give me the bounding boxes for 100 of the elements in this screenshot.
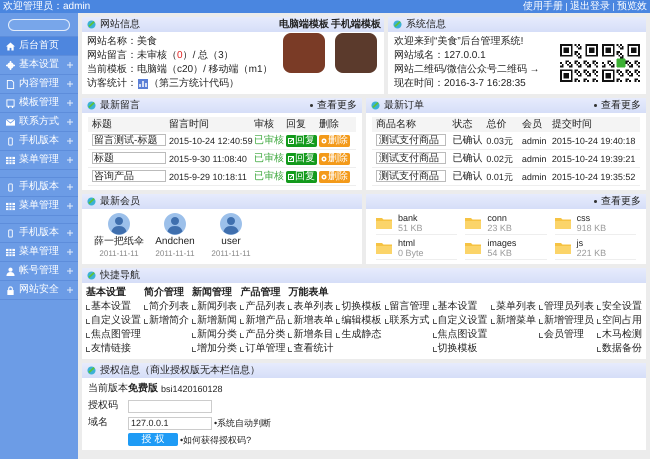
nav-link[interactable]: 联系方式 [384, 315, 430, 327]
nav-link[interactable]: 安全设置 [596, 301, 642, 313]
info-text: 网站域名：127.0.0.1 [394, 50, 487, 62]
info-text: 网站名称：美食 [87, 36, 158, 48]
reply-button[interactable]: 回复 [286, 134, 317, 146]
nav-link[interactable]: 订单管理 [240, 343, 286, 355]
nav-link[interactable]: 基本设置 [432, 301, 488, 313]
member-name: 薛一把纸伞 [94, 236, 144, 248]
panel-title: 最新留言 [100, 100, 140, 112]
nav-link[interactable]: 新增产品 [240, 315, 286, 327]
avatar-icon [220, 213, 242, 235]
template-label: 手机端模板 [331, 19, 381, 31]
top-link[interactable]: 使用手册 [523, 0, 563, 12]
reply-button[interactable]: 回复 [286, 152, 317, 164]
nav-link[interactable]: 管理员列表 [538, 301, 594, 313]
avatar-icon [164, 213, 186, 235]
nav-link[interactable]: 新增表单 [288, 315, 334, 327]
nav-link[interactable]: 木马检测 [596, 329, 642, 341]
column-header: 总价 [486, 118, 508, 130]
top-link[interactable]: 预览效 [617, 0, 647, 12]
user-icon [6, 266, 15, 276]
plus-icon [67, 230, 73, 236]
table-cell-text: 已确认 [452, 170, 484, 182]
plus-icon [67, 203, 73, 209]
info-text: 网站二维码/微信公众号二维码 → [394, 64, 541, 76]
file-size: 23 KB [487, 223, 512, 233]
nav-link[interactable]: 新增简介 [144, 315, 190, 327]
nav-link[interactable]: 焦点图管理 [86, 329, 141, 341]
column-header: 回复 [286, 118, 307, 130]
panel-title: 最新会员 [100, 196, 140, 208]
top-link[interactable]: 退出登录 [570, 0, 610, 12]
nav-link[interactable]: 焦点图设置 [432, 329, 488, 341]
more-link[interactable]: 查看更多 [601, 196, 641, 208]
nav-link[interactable]: 留言管理 [384, 301, 430, 313]
input-field[interactable] [128, 400, 212, 412]
plus-icon [67, 268, 73, 274]
file-size: 221 KB [576, 248, 606, 258]
column-header: 删除 [319, 118, 340, 130]
nav-heading: 新闻管理 [192, 287, 234, 299]
gear-icon [6, 60, 15, 70]
nav-link[interactable]: 新闻分类 [192, 329, 238, 341]
grid-icon [6, 248, 15, 256]
sidebar-item[interactable]: 后台首页 [0, 37, 78, 56]
column-header: 会员 [522, 118, 543, 130]
photo-placeholder [335, 33, 377, 73]
more-link[interactable]: 查看更多 [317, 100, 357, 112]
nav-link[interactable]: 产品分类 [240, 329, 286, 341]
globe-icon [87, 101, 96, 110]
nav-link[interactable]: 数据备份 [596, 343, 642, 355]
qr-code-icon [602, 44, 640, 82]
file-name: conn [487, 213, 508, 223]
nav-link[interactable]: 会员管理 [538, 329, 594, 341]
nav-link[interactable]: 空间占用 [596, 315, 642, 327]
nav-link[interactable]: 菜单列表 [490, 301, 536, 313]
column-header: 留言时间 [169, 118, 210, 130]
nav-link[interactable]: 切换模板 [336, 301, 382, 313]
folder-icon [554, 242, 571, 254]
nav-link[interactable]: 生成静态 [336, 329, 382, 341]
input-field[interactable]: 127.0.0.1 [128, 416, 212, 430]
info-text: 欢迎来到“美食”后台管理系统! [394, 36, 524, 48]
template-label: 电脑端模板 [279, 19, 329, 31]
nav-link[interactable]: 新闻列表 [192, 301, 238, 313]
input-field[interactable]: 标题 [92, 152, 166, 164]
more-link[interactable]: 查看更多 [601, 100, 641, 112]
globe-icon [87, 20, 96, 29]
info-text: 网站留言：未审核（0）/ 总（3） [87, 50, 235, 62]
nav-link[interactable]: 表单列表 [288, 301, 334, 313]
nav-link[interactable]: 增加分类 [192, 343, 238, 355]
nav-link[interactable]: 产品列表 [240, 301, 286, 313]
nav-link[interactable]: 切换模板 [432, 343, 488, 355]
globe-icon [87, 271, 96, 280]
globe-icon [393, 20, 402, 29]
nav-link[interactable]: 简介列表 [144, 301, 190, 313]
home-icon [6, 42, 15, 50]
nav-link[interactable]: 新增管理员 [538, 315, 594, 327]
nav-link[interactable]: 基本设置 [86, 301, 141, 313]
search-field[interactable] [8, 18, 70, 30]
nav-link[interactable]: 友情链接 [86, 343, 141, 355]
gear-icon [321, 174, 327, 180]
phone-icon [6, 228, 15, 238]
nav-link[interactable]: 编辑模板 [336, 315, 382, 327]
chart-icon[interactable] [138, 79, 148, 89]
folder-icon [376, 217, 392, 229]
gear-icon [321, 156, 327, 162]
nav-link[interactable]: 新增新闻 [192, 315, 238, 327]
table-cell-text: 2015-9-30 11:08:40 [169, 152, 248, 164]
nav-link[interactable]: 自定义设置 [432, 315, 488, 327]
nav-link[interactable]: 自定义设置 [86, 315, 141, 327]
help-link[interactable]: •如何获得授权码? [180, 434, 252, 446]
bullet-icon [310, 104, 313, 107]
member-date: 2011-11-11 [155, 248, 195, 260]
frame-icon [6, 98, 15, 108]
nav-heading: 简介管理 [144, 287, 186, 299]
panel-title: 授权信息（商业授权版无本栏信息） [100, 364, 260, 376]
nav-link[interactable]: 新增条目 [288, 329, 334, 341]
nav-link[interactable]: 查看统计 [288, 343, 334, 355]
plus-icon [67, 62, 73, 68]
reply-button[interactable]: 回复 [286, 170, 317, 182]
nav-link[interactable]: 新增菜单 [490, 315, 536, 327]
file-name: html [398, 238, 416, 248]
